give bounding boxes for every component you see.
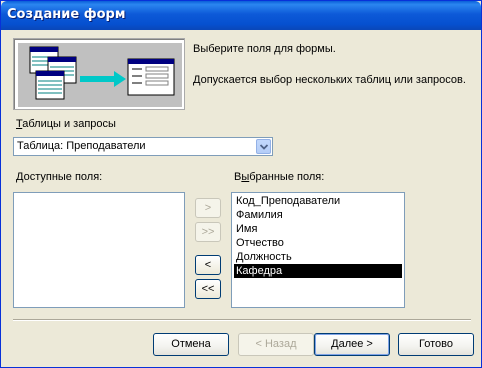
list-item[interactable]: Имя [234, 222, 402, 236]
tables-to-form-illustration [18, 43, 182, 107]
title-bar[interactable]: Создание форм [1, 1, 481, 30]
wizard-illustration [13, 38, 185, 110]
tables-queries-combo[interactable]: Таблица: Преподаватели [13, 137, 273, 156]
selected-fields-label-text: бранные поля: [249, 171, 325, 183]
back-button[interactable]: < Назад [238, 333, 314, 356]
list-item[interactable]: Фамилия [234, 208, 402, 222]
cancel-button[interactable]: Отмена [153, 333, 229, 356]
available-fields-label: Доступные поля: [16, 171, 102, 183]
selected-fields-list[interactable]: Код_Преподаватели Фамилия Имя Отчество Д… [231, 192, 405, 308]
remove-all-fields-button[interactable]: << [195, 279, 221, 299]
tables-queries-label-text: аблицы и запросы [22, 118, 116, 130]
combo-dropdown-button[interactable] [256, 139, 271, 154]
instruction-text: Выберите поля для формы. [193, 43, 336, 55]
available-fields-label-text: оступные поля: [23, 171, 103, 183]
instruction-hint: Допускается выбор нескольких таблиц или … [193, 74, 466, 86]
footer-divider [13, 319, 471, 321]
list-item-selected[interactable]: Кафедра [234, 264, 402, 278]
finish-button[interactable]: Готово [398, 333, 474, 356]
add-all-fields-button[interactable]: >> [195, 222, 221, 242]
create-form-dialog: Создание форм Выберите поля для формы. Д… [0, 0, 482, 368]
next-button[interactable]: Далее > [314, 333, 390, 356]
window-title: Создание форм [7, 7, 126, 22]
tables-to-form-icon [29, 46, 175, 100]
remove-field-button[interactable]: < [195, 255, 221, 275]
list-item[interactable]: Код_Преподаватели [234, 194, 402, 208]
chevron-down-icon [260, 144, 268, 150]
tables-queries-value: Таблица: Преподаватели [17, 140, 146, 152]
add-field-button[interactable]: > [195, 198, 221, 218]
list-item[interactable]: Должность [234, 250, 402, 264]
available-fields-label-hotkey: Д [16, 171, 24, 183]
available-fields-list[interactable] [13, 192, 185, 308]
tables-queries-label: Таблицы и запросы [16, 118, 116, 130]
selected-fields-label: Выбранные поля: [234, 171, 324, 183]
list-item[interactable]: Отчество [234, 236, 402, 250]
